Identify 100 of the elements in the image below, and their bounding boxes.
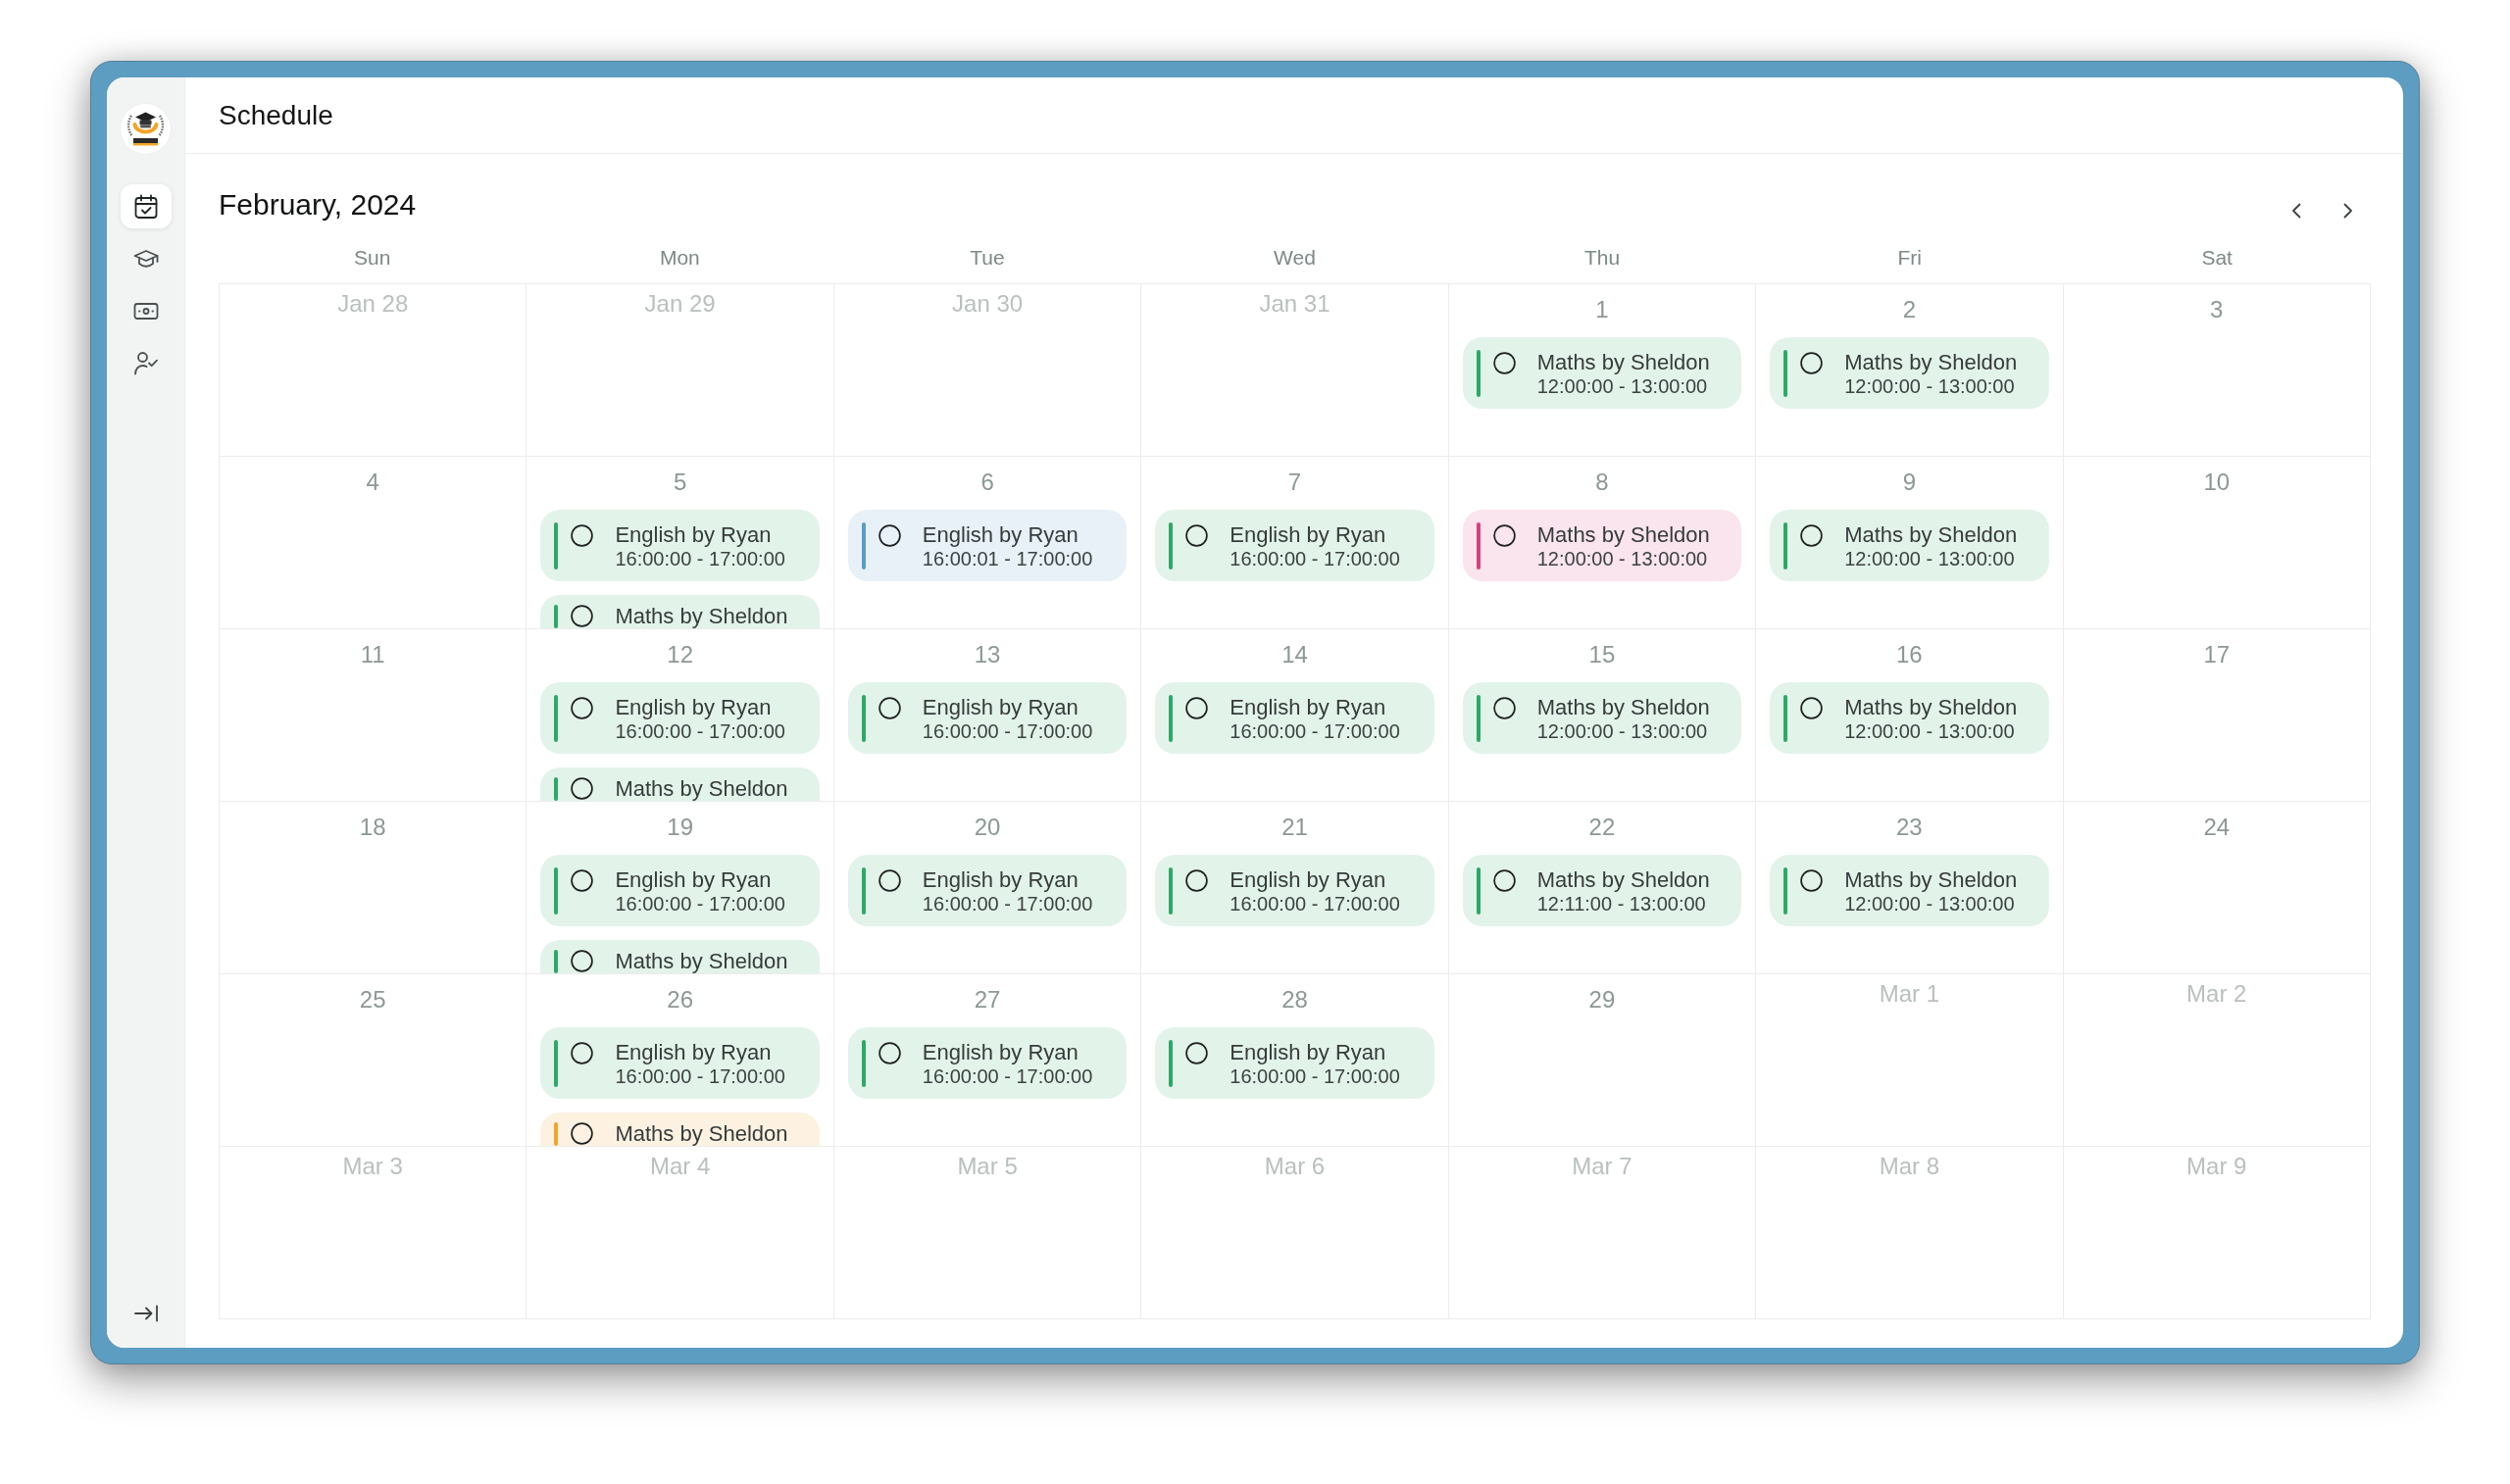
event-time: 16:00:00 - 17:00:00 xyxy=(922,720,1093,742)
event-time: 12:00:00 - 13:00:00 xyxy=(1844,720,2016,742)
event-time: 16:00:01 - 17:00:00 xyxy=(922,548,1093,569)
event-time: 16:00:00 - 17:00:00 xyxy=(1230,893,1400,915)
day-number: Mar 4 xyxy=(649,1152,711,1181)
event-card[interactable]: Maths by Sheldon 12:11:00 - 13:00:00 xyxy=(1462,855,1742,926)
event-title: English by Ryan xyxy=(922,695,1079,720)
event-card[interactable]: Maths by Sheldon xyxy=(540,940,820,973)
day-number: 17 xyxy=(2203,640,2231,669)
event-card[interactable]: English by Ryan 16:00:00 - 17:00:00 xyxy=(847,1027,1128,1099)
circle-icon xyxy=(571,1122,594,1145)
event-time: 12:00:00 - 13:00:00 xyxy=(1844,375,2016,397)
weekday-label: Fri xyxy=(1897,245,1922,271)
circle-icon xyxy=(571,697,594,719)
event-card[interactable]: English by Ryan 16:00:00 - 17:00:00 xyxy=(540,510,820,581)
circle-icon xyxy=(1800,869,1824,892)
day-number: 21 xyxy=(1281,813,1308,842)
event-time: 12:00:00 - 13:00:00 xyxy=(1536,548,1709,569)
day-number: Mar 1 xyxy=(1879,979,1940,1009)
event-time: 12:00:00 - 13:00:00 xyxy=(1536,720,1709,742)
event-card[interactable]: English by Ryan 16:00:00 - 17:00:00 xyxy=(540,682,820,754)
circle-icon xyxy=(1492,697,1516,719)
event-title: Maths by Sheldon xyxy=(1536,350,1710,375)
event-card[interactable]: Maths by Sheldon 12:00:00 - 13:00:00 xyxy=(1462,510,1742,581)
event-time: 12:11:00 - 13:00:00 xyxy=(1536,893,1707,915)
event-card[interactable]: Maths by Sheldon 12:00:00 - 13:00:00 xyxy=(1770,510,2049,581)
event-card[interactable]: English by Ryan 16:00:00 - 17:00:00 xyxy=(1155,855,1434,926)
circle-icon xyxy=(1185,697,1209,719)
circle-icon xyxy=(571,524,594,547)
day-number: 7 xyxy=(1287,468,1302,497)
event-title: Maths by Sheldon xyxy=(1844,695,2018,720)
event-card[interactable]: English by Ryan 16:00:00 - 17:00:00 xyxy=(540,1027,820,1099)
event-card[interactable]: Maths by Sheldon 12:00:00 - 13:00:00 xyxy=(1770,337,2049,409)
event-card[interactable]: Maths by Sheldon 12:00:00 - 13:00:00 xyxy=(1770,855,2049,926)
event-title: Maths by Sheldon xyxy=(1844,350,2018,375)
day-number: 24 xyxy=(2203,813,2231,842)
weekday-label: Sun xyxy=(354,245,391,271)
circle-icon xyxy=(1492,524,1516,547)
event-card[interactable]: English by Ryan 16:00:00 - 17:00:00 xyxy=(1155,510,1434,581)
day-number: 3 xyxy=(2210,295,2224,324)
event-title: Maths by Sheldon xyxy=(1536,695,1710,720)
event-title: Maths by Sheldon xyxy=(1844,867,2018,893)
month-title: February, 2024 xyxy=(219,187,417,223)
event-title: Maths by Sheldon xyxy=(615,950,788,972)
event-card[interactable]: Maths by Sheldon xyxy=(540,767,820,801)
day-number: 12 xyxy=(667,640,693,669)
event-title: English by Ryan xyxy=(1230,695,1387,720)
day-number: Mar 8 xyxy=(1879,1152,1940,1181)
circle-icon xyxy=(878,697,901,719)
day-number: 10 xyxy=(2203,468,2231,497)
event-card[interactable]: Maths by Sheldon xyxy=(540,1113,820,1146)
day-number: 8 xyxy=(1595,468,1609,497)
day-number: 11 xyxy=(360,640,385,669)
day-number: 15 xyxy=(1588,640,1616,669)
event-time: 16:00:00 - 17:00:00 xyxy=(615,548,785,569)
event-title: Maths by Sheldon xyxy=(615,777,788,800)
event-time: 16:00:00 - 17:00:00 xyxy=(1230,548,1400,569)
circle-icon xyxy=(1800,352,1824,374)
event-card[interactable]: Maths by Sheldon xyxy=(540,595,820,628)
event-title: English by Ryan xyxy=(615,867,773,893)
day-number: 29 xyxy=(1588,985,1616,1014)
day-number: 13 xyxy=(974,640,1001,669)
weekday-label: Mon xyxy=(659,245,700,271)
event-title: Maths by Sheldon xyxy=(615,1122,788,1145)
event-card[interactable]: English by Ryan 16:00:00 - 17:00:00 xyxy=(847,682,1128,754)
sidebar-item[interactable] xyxy=(120,184,172,228)
event-title: English by Ryan xyxy=(922,522,1079,548)
event-card[interactable]: English by Ryan 16:00:00 - 17:00:00 xyxy=(540,855,820,926)
circle-icon xyxy=(1185,869,1209,892)
event-card[interactable]: Maths by Sheldon 12:00:00 - 13:00:00 xyxy=(1462,682,1742,754)
circle-icon xyxy=(878,869,901,892)
event-card[interactable]: English by Ryan 16:00:01 - 17:00:00 xyxy=(847,510,1128,581)
event-title: Maths by Sheldon xyxy=(1536,522,1710,548)
user-check-icon xyxy=(132,349,159,375)
event-title: Maths by Sheldon xyxy=(1536,867,1710,893)
event-title: English by Ryan xyxy=(615,1040,773,1065)
day-number: 5 xyxy=(673,468,687,497)
event-time: 16:00:00 - 17:00:00 xyxy=(922,893,1093,915)
circle-icon xyxy=(1492,869,1516,892)
event-card[interactable]: Maths by Sheldon 12:00:00 - 13:00:00 xyxy=(1770,682,2049,754)
day-number: 20 xyxy=(974,813,1001,842)
day-number: 1 xyxy=(1595,295,1609,324)
event-title: Maths by Sheldon xyxy=(1844,522,2018,548)
day-number: 14 xyxy=(1281,640,1308,669)
event-card[interactable]: English by Ryan 16:00:00 - 17:00:00 xyxy=(1155,682,1434,754)
event-card[interactable]: English by Ryan 16:00:00 - 17:00:00 xyxy=(1155,1027,1434,1099)
event-time: 16:00:00 - 17:00:00 xyxy=(615,1065,785,1087)
circle-icon xyxy=(1185,1042,1209,1064)
event-time: 12:00:00 - 13:00:00 xyxy=(1844,893,2016,915)
day-number: 9 xyxy=(1902,468,1917,497)
event-title: English by Ryan xyxy=(615,695,773,720)
circle-icon xyxy=(571,950,594,972)
event-title: Maths by Sheldon xyxy=(615,605,788,627)
event-card[interactable]: Maths by Sheldon 12:00:00 - 13:00:00 xyxy=(1462,337,1742,409)
event-title: English by Ryan xyxy=(1230,1040,1387,1065)
day-number: Jan 28 xyxy=(337,289,409,319)
day-number: Mar 3 xyxy=(342,1152,403,1181)
day-number: 4 xyxy=(366,468,379,497)
event-card[interactable]: English by Ryan 16:00:00 - 17:00:00 xyxy=(847,855,1128,926)
graduation-logo-icon xyxy=(120,103,172,155)
